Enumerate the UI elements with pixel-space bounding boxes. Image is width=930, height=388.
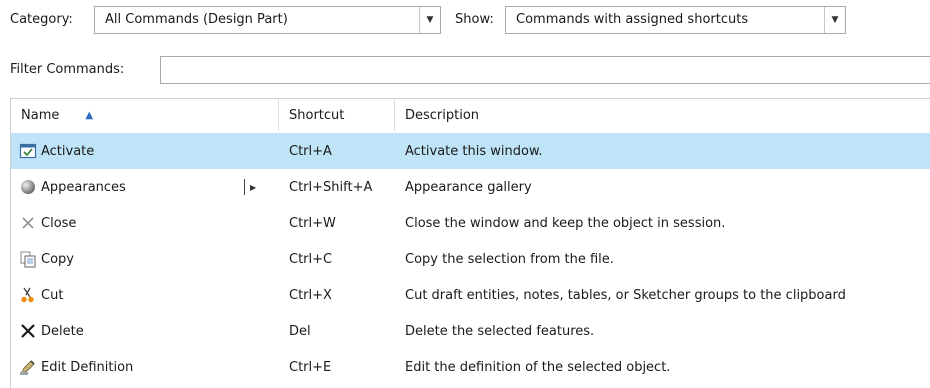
- table-row-appearances[interactable]: Appearances ▶ Ctrl+Shift+A Appearance ga…: [11, 169, 930, 205]
- delete-icon: [19, 322, 37, 340]
- copy-icon: [19, 250, 37, 268]
- commands-table: Name ▲ Shortcut Description Activate Ctr…: [10, 98, 930, 388]
- filter-commands-input[interactable]: [160, 56, 930, 84]
- table-row-activate[interactable]: Activate Ctrl+A Activate this window.: [11, 133, 930, 169]
- column-header-shortcut[interactable]: Shortcut: [279, 99, 395, 131]
- show-combobox[interactable]: Commands with assigned shortcuts ▼: [505, 6, 846, 34]
- chevron-right-icon: ▶: [250, 182, 257, 192]
- edit-definition-icon: [19, 358, 37, 376]
- close-icon: [19, 214, 37, 232]
- category-label: Category:: [10, 12, 73, 27]
- show-value: Commands with assigned shortcuts: [516, 12, 749, 27]
- chevron-down-icon[interactable]: ▼: [824, 7, 845, 33]
- table-row-copy[interactable]: Copy Ctrl+C Copy the selection from the …: [11, 241, 930, 277]
- column-header-description[interactable]: Description: [395, 99, 930, 131]
- table-row-cut[interactable]: Cut Ctrl+X Cut draft entities, notes, ta…: [11, 277, 930, 313]
- category-value: All Commands (Design Part): [105, 12, 288, 27]
- table-row-close[interactable]: Close Ctrl+W Close the window and keep t…: [11, 205, 930, 241]
- sort-ascending-icon: ▲: [85, 109, 94, 121]
- table-row-delete[interactable]: Delete Del Delete the selected features.: [11, 313, 930, 349]
- table-row-edit-definition[interactable]: Edit Definition Ctrl+E Edit the definiti…: [11, 349, 930, 385]
- column-header-name[interactable]: Name ▲: [11, 99, 279, 131]
- filter-label: Filter Commands:: [10, 62, 125, 77]
- scissors-icon: [19, 286, 37, 304]
- activate-icon: [19, 142, 37, 160]
- submenu-expander[interactable]: ▶: [244, 169, 256, 205]
- category-combobox[interactable]: All Commands (Design Part) ▼: [94, 6, 441, 34]
- appearance-sphere-icon: [19, 178, 37, 196]
- chevron-down-icon[interactable]: ▼: [419, 7, 440, 33]
- show-label: Show:: [455, 12, 494, 27]
